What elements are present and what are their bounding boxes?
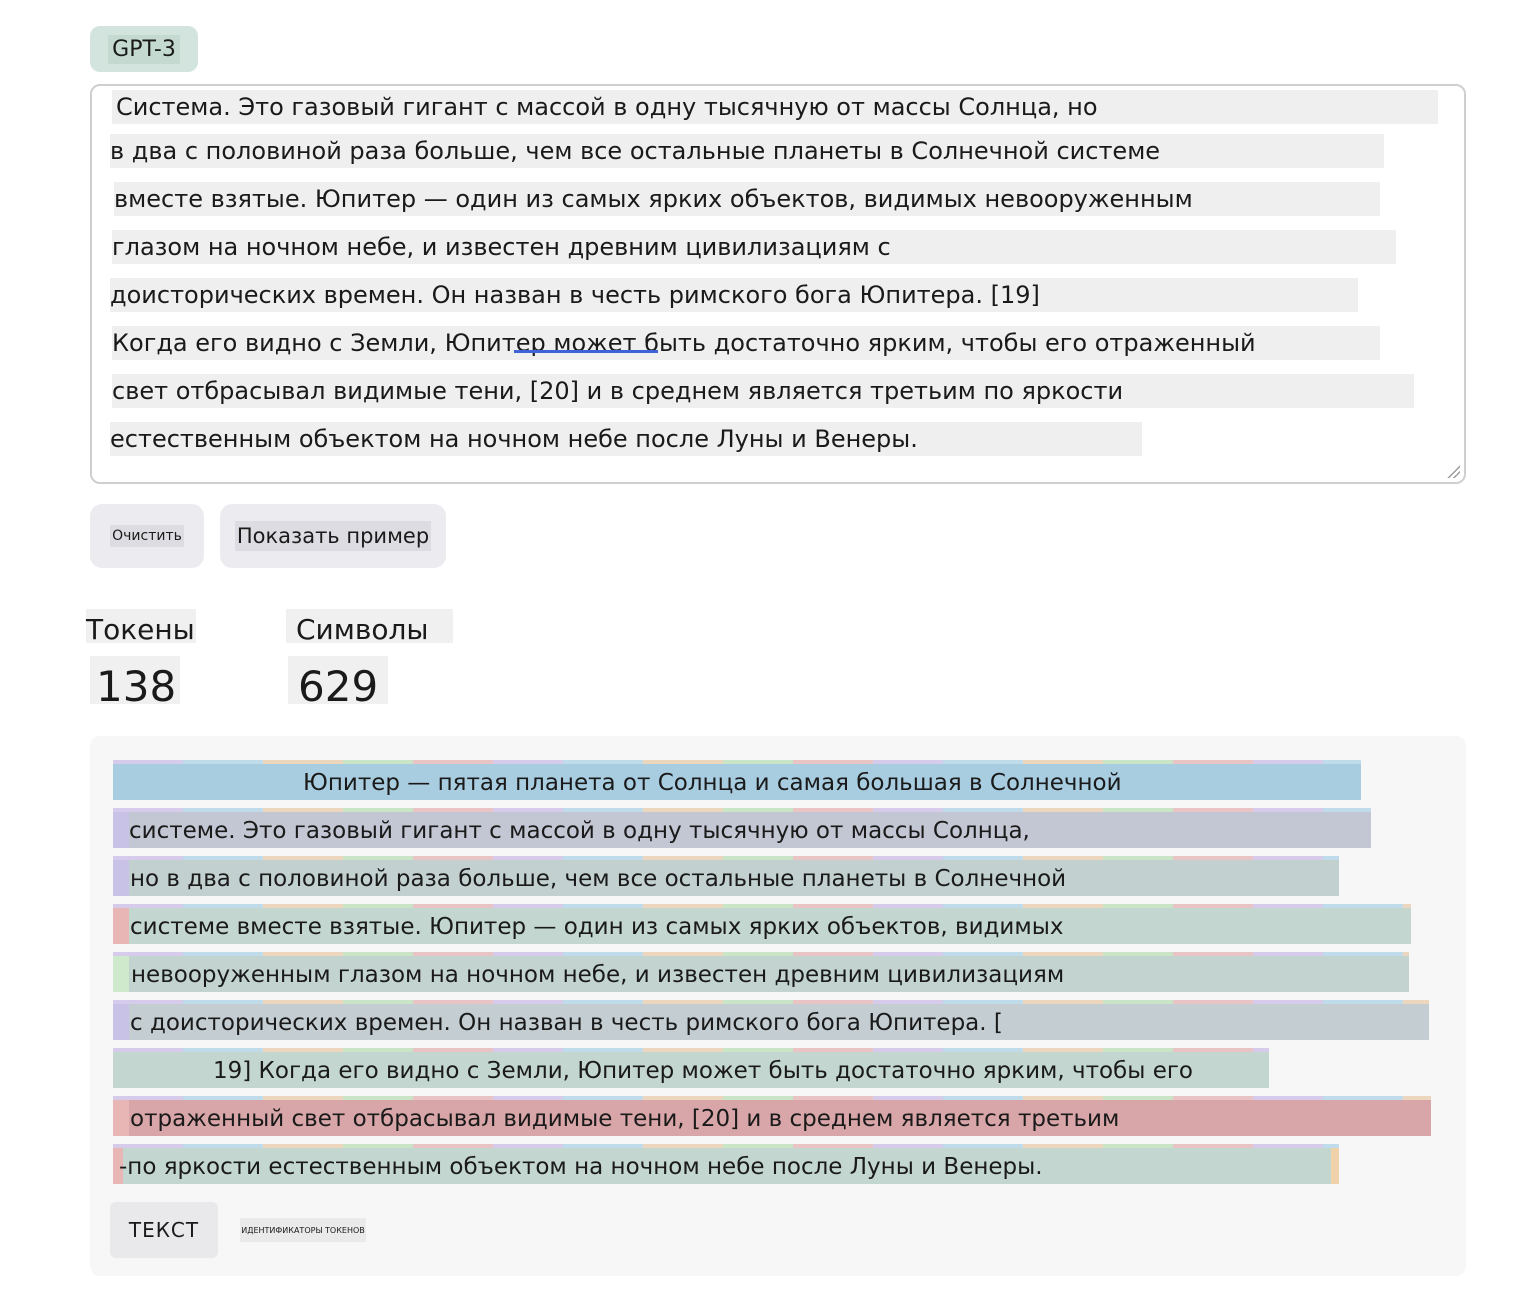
token-line-text: 19] Когда его видно с Земли, Юпитер може…	[213, 1058, 1194, 1084]
editor-line: вместе взятые. Юпитер — один из самых яр…	[114, 182, 1380, 216]
clear-button[interactable]: Очистить	[90, 504, 204, 568]
token-line: с доисторических времен. Он назван в чес…	[113, 1000, 1429, 1040]
token-chip	[113, 908, 129, 944]
characters-count: 629	[288, 656, 388, 704]
token-line: отраженный свет отбрасывал видимые тени,…	[113, 1096, 1431, 1136]
editor-line: в два с половиной раза больше, чем все о…	[110, 134, 1384, 168]
token-chip	[113, 860, 129, 896]
show-example-button-label: Показать пример	[234, 521, 432, 551]
token-line: 19] Когда его видно с Земли, Юпитер може…	[113, 1048, 1269, 1088]
tokens-count: 138	[90, 656, 180, 704]
token-line: -по яркости естественным объектом на ноч…	[113, 1144, 1339, 1184]
editor-line: глазом на ночном небе, и известен древни…	[112, 230, 1396, 264]
spellcheck-underline	[514, 350, 658, 353]
token-line-text: -по яркости естественным объектом на ноч…	[119, 1154, 1043, 1180]
tab-token-ids[interactable]: ИДЕНТИФИКАТОРЫ ТОКЕНОВ	[240, 1218, 366, 1242]
model-badge: GPT-3	[90, 26, 198, 72]
token-chip	[113, 1004, 129, 1040]
token-line-text: отраженный свет отбрасывал видимые тени,…	[130, 1106, 1120, 1132]
token-line: системе. Это газовый гигант с массой в о…	[113, 808, 1371, 848]
resize-handle-icon[interactable]	[1446, 464, 1460, 478]
text-input-area[interactable]: Система. Это газовый гигант с массой в о…	[90, 84, 1466, 484]
token-line-text: системе вместе взятые. Юпитер — один из …	[130, 914, 1064, 940]
token-chip	[113, 812, 129, 848]
characters-label: Символы	[286, 609, 453, 646]
tokens-label: Токены	[86, 609, 196, 646]
tab-token-ids-label: ИДЕНТИФИКАТОРЫ ТОКЕНОВ	[241, 1225, 365, 1235]
token-line: но в два с половиной раза больше, чем вс…	[113, 856, 1339, 896]
token-line-text: но в два с половиной раза больше, чем вс…	[130, 866, 1067, 892]
token-line: системе вместе взятые. Юпитер — один из …	[113, 904, 1411, 944]
token-line: Юпитер — пятая планета от Солнца и самая…	[113, 760, 1361, 800]
token-chip	[113, 1100, 129, 1136]
token-line: невооруженным глазом на ночном небе, и и…	[113, 952, 1409, 992]
token-line-text: с доисторических времен. Он назван в чес…	[130, 1010, 1003, 1036]
token-line-text: невооруженным глазом на ночном небе, и и…	[131, 962, 1065, 988]
editor-line: Система. Это газовый гигант с массой в о…	[112, 90, 1438, 124]
tab-text-label: ТЕКСТ	[128, 1218, 200, 1242]
token-chip	[113, 956, 129, 992]
editor-line: доисторических времен. Он назван в честь…	[110, 278, 1358, 312]
token-line-text: системе. Это газовый гигант с массой в о…	[129, 818, 1030, 844]
token-line-text: Юпитер — пятая планета от Солнца и самая…	[303, 770, 1122, 796]
model-badge-label: GPT-3	[108, 34, 180, 64]
show-example-button[interactable]: Показать пример	[220, 504, 446, 568]
token-chip	[1331, 1148, 1339, 1184]
editor-line: естественным объектом на ночном небе пос…	[110, 422, 1142, 456]
tab-text[interactable]: ТЕКСТ	[110, 1202, 218, 1258]
clear-button-label: Очистить	[110, 525, 184, 547]
tokenized-output-panel: Юпитер — пятая планета от Солнца и самая…	[90, 736, 1466, 1276]
editor-line: Когда его видно с Земли, Юпитер может бы…	[112, 326, 1380, 360]
editor-line: свет отбрасывал видимые тени, [20] и в с…	[112, 374, 1414, 408]
